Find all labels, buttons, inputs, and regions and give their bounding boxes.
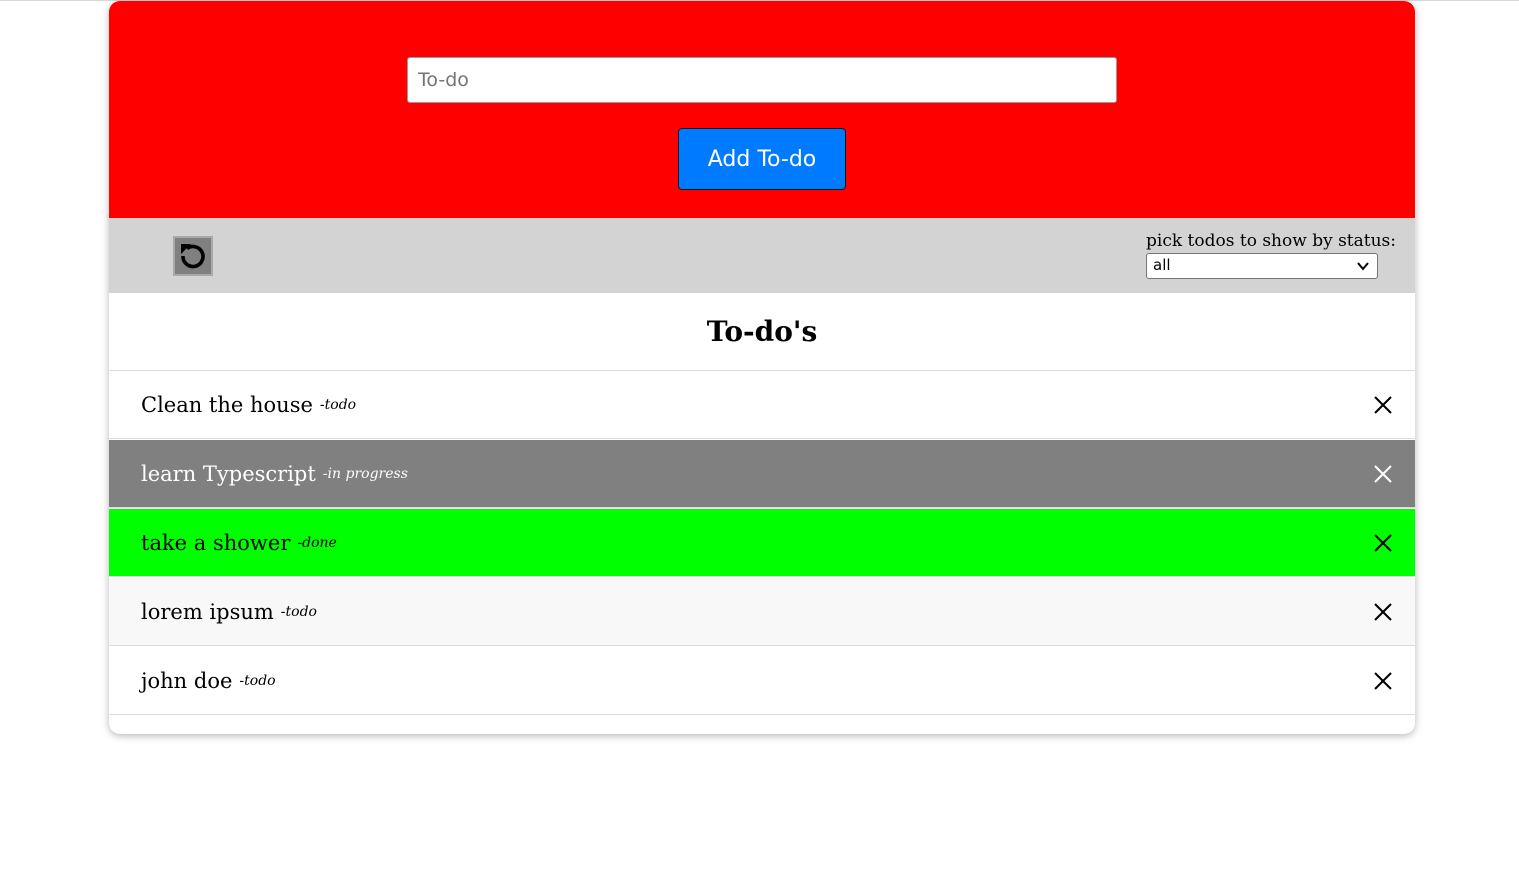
delete-todo-button[interactable]	[1373, 671, 1393, 691]
delete-todo-button[interactable]	[1373, 464, 1393, 484]
todo-input[interactable]	[407, 57, 1117, 103]
todo-item-text: john doe	[141, 668, 233, 693]
delete-todo-button[interactable]	[1373, 533, 1393, 553]
close-icon	[1374, 603, 1392, 621]
todo-item-text: learn Typescript	[141, 461, 316, 486]
toolbar: pick todos to show by status: all	[109, 218, 1415, 293]
todo-item[interactable]: Clean the house -todo	[109, 371, 1415, 439]
todo-item-text: take a shower	[141, 530, 291, 555]
todo-item[interactable]: lorem ipsum -todo	[109, 578, 1415, 646]
todo-item[interactable]: john doe -todo	[109, 647, 1415, 715]
list-title: To-do's	[109, 293, 1415, 371]
close-icon	[1374, 672, 1392, 690]
status-filter-label: pick todos to show by status:	[1146, 231, 1397, 251]
todo-item-text: lorem ipsum	[141, 599, 274, 624]
todo-item[interactable]: learn Typescript -in progress	[109, 440, 1415, 508]
todo-item-status: -in progress	[322, 465, 408, 482]
status-filter-value: all	[1153, 256, 1171, 274]
todo-item-status: -done	[297, 534, 337, 551]
delete-todo-button[interactable]	[1373, 602, 1393, 622]
todo-item-text: Clean the house	[141, 392, 313, 417]
todo-app-card: Add To-do pick todos to show by status: …	[109, 1, 1415, 734]
delete-todo-button[interactable]	[1373, 395, 1393, 415]
close-icon	[1374, 465, 1392, 483]
header: Add To-do	[109, 1, 1415, 218]
todo-item-status: -todo	[319, 396, 357, 413]
chevron-down-icon	[1357, 262, 1369, 271]
todo-item-status: -todo	[239, 672, 276, 689]
reset-icon	[181, 244, 205, 269]
status-filter-select[interactable]: all	[1146, 253, 1378, 279]
status-filter: pick todos to show by status: all	[1146, 231, 1397, 279]
add-todo-button[interactable]: Add To-do	[678, 128, 846, 190]
todo-item[interactable]: take a shower -done	[109, 509, 1415, 577]
close-icon	[1374, 534, 1392, 552]
todo-item-status: -todo	[280, 603, 317, 620]
reset-button[interactable]	[173, 236, 213, 276]
close-icon	[1374, 396, 1392, 414]
